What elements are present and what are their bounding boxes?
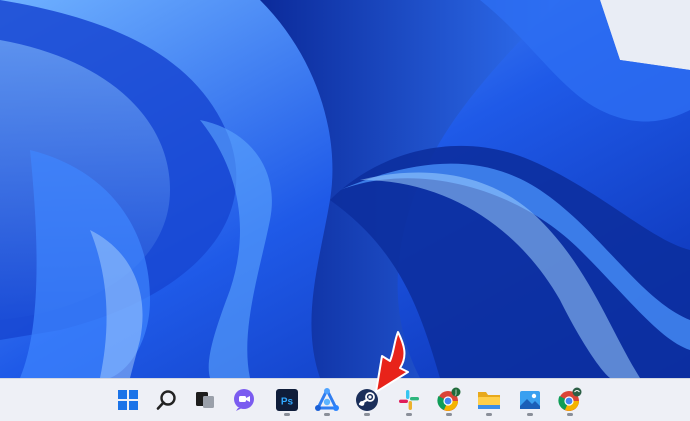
running-indicator	[364, 413, 370, 416]
running-indicator	[486, 413, 492, 416]
app-icon	[315, 388, 339, 411]
running-indicator	[324, 413, 330, 416]
desktop-wallpaper	[0, 0, 690, 378]
folder-icon	[478, 392, 500, 409]
running-indicator	[446, 413, 452, 416]
running-indicator	[284, 413, 290, 416]
chat-button[interactable]	[227, 383, 261, 417]
task-view-icon	[196, 392, 214, 408]
photoshop-button[interactable]: Ps	[270, 383, 304, 417]
running-indicator	[567, 413, 573, 416]
windows-logo-icon	[118, 390, 138, 410]
running-indicator	[527, 413, 533, 416]
start-button[interactable]	[111, 383, 145, 417]
chrome-icon	[558, 387, 582, 411]
photoshop-icon: Ps	[276, 389, 298, 411]
search-icon	[156, 390, 176, 410]
svg-text:J: J	[454, 389, 457, 396]
chrome-button-1[interactable]: J	[432, 383, 466, 417]
task-view-button[interactable]	[188, 383, 222, 417]
photoshop-label: Ps	[281, 397, 294, 408]
chrome-button-2[interactable]	[553, 383, 587, 417]
app-button[interactable]	[310, 383, 344, 417]
search-button[interactable]	[150, 383, 184, 417]
photos-button[interactable]	[513, 383, 547, 417]
taskbar: Ps J	[0, 378, 690, 421]
running-indicator	[406, 413, 412, 416]
chrome-icon: J	[437, 387, 461, 411]
chat-icon	[234, 389, 254, 411]
photos-icon	[520, 391, 540, 409]
red-arrow-icon	[375, 331, 409, 393]
file-explorer-button[interactable]	[472, 383, 506, 417]
